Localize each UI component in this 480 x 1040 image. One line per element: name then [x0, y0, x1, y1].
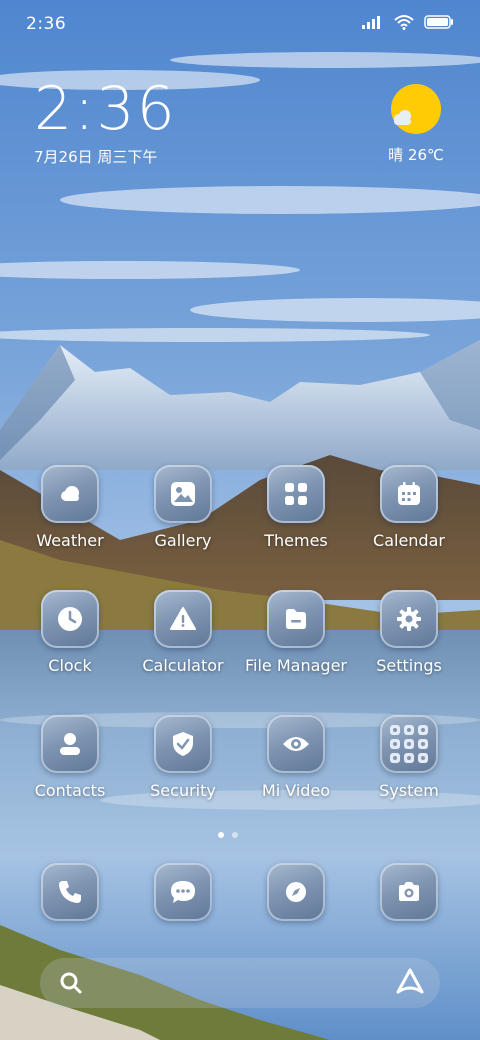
weather-widget[interactable]: 晴 26℃: [384, 84, 448, 165]
app-file-manager[interactable]: File Manager: [244, 590, 348, 675]
dock-messages[interactable]: [131, 863, 235, 921]
app-calculator[interactable]: Calculator: [131, 590, 235, 675]
app-label: Clock: [48, 656, 92, 675]
compass-icon: [286, 882, 306, 902]
status-time: 2:36: [26, 14, 67, 34]
wifi-icon: [394, 15, 414, 30]
app-tile: [380, 590, 438, 648]
app-security[interactable]: Security: [131, 715, 235, 800]
folder-icon: [286, 609, 306, 629]
shield-check-icon: [173, 732, 193, 756]
app-system-folder[interactable]: System: [357, 715, 461, 800]
page-indicator: [218, 832, 238, 838]
app-tile: [41, 715, 99, 773]
app-tile: [154, 465, 212, 523]
app-label: Calendar: [373, 531, 445, 550]
app-tile: [154, 715, 212, 773]
app-tile: [380, 715, 438, 773]
themes-grid-icon: [285, 483, 307, 505]
app-label: Settings: [376, 656, 442, 675]
calendar-icon: [398, 482, 420, 505]
clock-widget[interactable]: 2:36 7月26日 周三下午: [34, 78, 177, 167]
page-dot: [232, 832, 238, 838]
phone-icon: [59, 881, 81, 903]
bottom-search-bar[interactable]: [40, 958, 440, 1008]
eye-icon: [283, 737, 309, 751]
signal-icon: [362, 16, 380, 29]
app-label: Weather: [36, 531, 104, 550]
sun-with-cloud-icon: [391, 84, 441, 134]
app-label: Calculator: [142, 656, 224, 675]
page-dot-active: [218, 832, 224, 838]
search-icon[interactable]: [56, 968, 86, 998]
app-label: Mi Video: [261, 781, 331, 800]
dock-phone[interactable]: [18, 863, 122, 921]
app-label: Security: [150, 781, 216, 800]
status-bar: 2:36: [0, 0, 480, 50]
status-icons: [362, 14, 454, 30]
app-tile: [380, 863, 438, 921]
dock-camera[interactable]: [357, 863, 461, 921]
contacts-person-icon: [60, 733, 80, 755]
app-tile: [267, 590, 325, 648]
app-tile: [267, 465, 325, 523]
app-contacts[interactable]: Contacts: [18, 715, 122, 800]
battery-icon: [424, 15, 453, 29]
app-mi-video[interactable]: Mi Video: [244, 715, 348, 800]
app-calendar[interactable]: Calendar: [357, 465, 461, 550]
gallery-icon: [171, 482, 195, 506]
app-tile: [41, 863, 99, 921]
app-gallery[interactable]: Gallery: [131, 465, 235, 550]
app-label: Gallery: [154, 531, 212, 550]
app-label: Contacts: [34, 781, 106, 800]
app-label: File Manager: [245, 656, 347, 675]
gear-icon: [397, 607, 421, 631]
assistant-icon[interactable]: [394, 966, 426, 998]
clock-icon: [58, 607, 82, 631]
app-themes[interactable]: Themes: [244, 465, 348, 550]
chat-bubble-icon: [171, 881, 195, 903]
app-weather[interactable]: Weather: [18, 465, 122, 550]
app-tile: [267, 715, 325, 773]
app-label: System: [379, 781, 439, 800]
dock-browser[interactable]: [244, 863, 348, 921]
app-tile: [41, 590, 99, 648]
app-tile: [154, 590, 212, 648]
app-clock[interactable]: Clock: [18, 590, 122, 675]
app-tile: [154, 863, 212, 921]
weather-cloud-icon: [61, 486, 79, 501]
app-tile: [267, 863, 325, 921]
widget-date: 7月26日 周三下午: [34, 148, 158, 166]
app-tile: [380, 465, 438, 523]
widget-time: 2:36: [34, 74, 177, 144]
weather-text: 晴 26℃: [388, 146, 444, 164]
app-tile: [41, 465, 99, 523]
calculator-icon: [170, 607, 196, 630]
camera-icon: [399, 882, 419, 901]
folder-grid-icon: [390, 725, 428, 763]
app-settings[interactable]: Settings: [357, 590, 461, 675]
app-label: Themes: [264, 531, 328, 550]
